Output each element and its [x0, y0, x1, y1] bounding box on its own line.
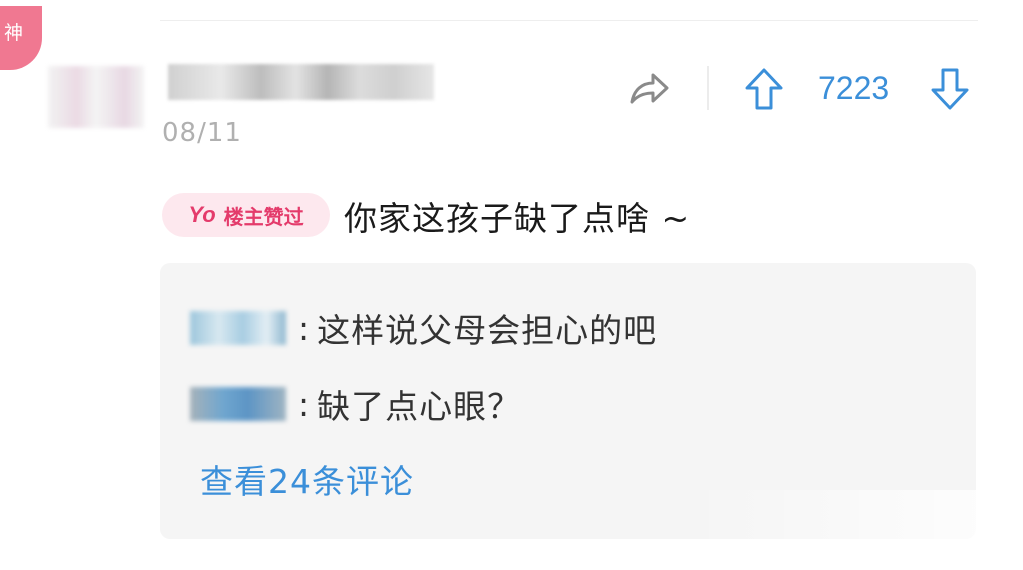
downvote-button[interactable] [930, 66, 970, 112]
op-badge-yo: Yo [188, 202, 216, 227]
god-comment-badge: 神 [0, 6, 42, 70]
bottom-fade [690, 490, 990, 550]
share-button[interactable] [626, 68, 672, 110]
god-badge-label: 神 [4, 22, 24, 44]
upvote-button[interactable] [744, 66, 784, 112]
reply-text: 缺了点心眼？ [317, 387, 522, 426]
reply-username-blurred[interactable] [190, 387, 286, 421]
username-blurred[interactable] [168, 64, 434, 100]
upvote-arrow-icon [745, 68, 783, 110]
action-divider [707, 66, 709, 110]
vote-count: 7223 [818, 70, 890, 106]
reply-username-blurred[interactable] [190, 311, 286, 345]
view-all-comments-link[interactable]: 查看24条评论 [200, 455, 414, 503]
post-date: 08/11 [162, 118, 242, 148]
reply-item[interactable]: : 这样说父母会担心的吧 [190, 307, 658, 350]
downvote-arrow-icon [931, 68, 969, 110]
share-icon [630, 73, 669, 104]
op-liked-badge: Yo 楼主赞过 [162, 193, 330, 237]
avatar[interactable] [48, 66, 144, 128]
reply-text: 这样说父母会担心的吧 [317, 311, 658, 350]
reply-item[interactable]: : 缺了点心眼？ [190, 383, 522, 426]
top-divider [160, 20, 978, 21]
op-badge-label: 楼主赞过 [223, 204, 304, 229]
comment-text: 你家这孩子缺了点啥 ~ [344, 199, 691, 238]
